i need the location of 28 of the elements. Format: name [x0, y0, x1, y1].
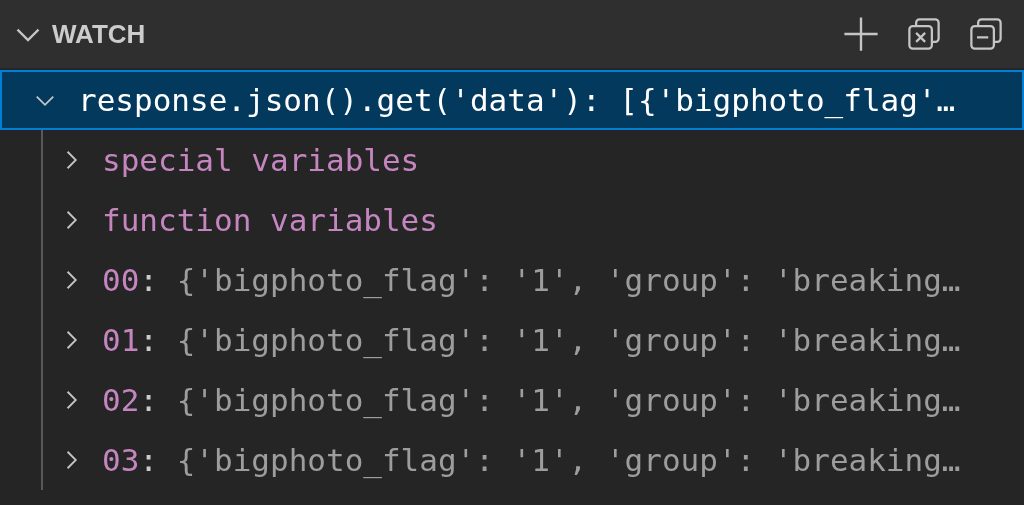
watch-expression-row[interactable]: response.json().get('data'): [{'bigphoto_flag'… [0, 70, 1024, 130]
close-all-icon[interactable] [906, 16, 942, 52]
variable-group-label: special variables [102, 140, 420, 180]
separator: : [139, 260, 159, 300]
panel-title: WATCH [52, 17, 146, 51]
variable-name: 02 [102, 380, 140, 420]
variable-name: 00 [102, 260, 140, 300]
expression-text: response.json().get('data') [78, 80, 582, 120]
expression-value: [{'bigphoto_flag'… [619, 80, 956, 121]
add-icon[interactable] [842, 15, 880, 53]
tree-row[interactable]: special variables [0, 130, 1024, 190]
variable-value: {'bigphoto_flag': '1', 'group': 'breaking… [176, 260, 961, 301]
separator: : [139, 380, 159, 420]
variable-name: 03 [102, 440, 140, 480]
variable-value: {'bigphoto_flag': '1', 'group': 'breaking… [176, 320, 961, 361]
separator: : [581, 80, 602, 120]
variable-value: {'bigphoto_flag': '1', 'group': 'breaking… [176, 380, 961, 421]
tree-row[interactable]: 00: {'bigphoto_flag': '1', 'group': 'breaking… [0, 250, 1024, 310]
separator: : [139, 440, 159, 480]
variable-name: 01 [102, 320, 140, 360]
tree-row[interactable]: function variables [0, 190, 1024, 250]
tree-row[interactable]: 02: {'bigphoto_flag': '1', 'group': 'breaking… [0, 370, 1024, 430]
tree-row[interactable]: 01: {'bigphoto_flag': '1', 'group': 'breaking… [0, 310, 1024, 370]
collapse-all-icon[interactable] [968, 16, 1004, 52]
variable-group-label: function variables [102, 200, 438, 240]
separator: : [139, 320, 159, 360]
tree-row[interactable]: 03: {'bigphoto_flag': '1', 'group': 'breaking… [0, 430, 1024, 490]
variable-value: {'bigphoto_flag': '1', 'group': 'breaking… [176, 440, 961, 481]
